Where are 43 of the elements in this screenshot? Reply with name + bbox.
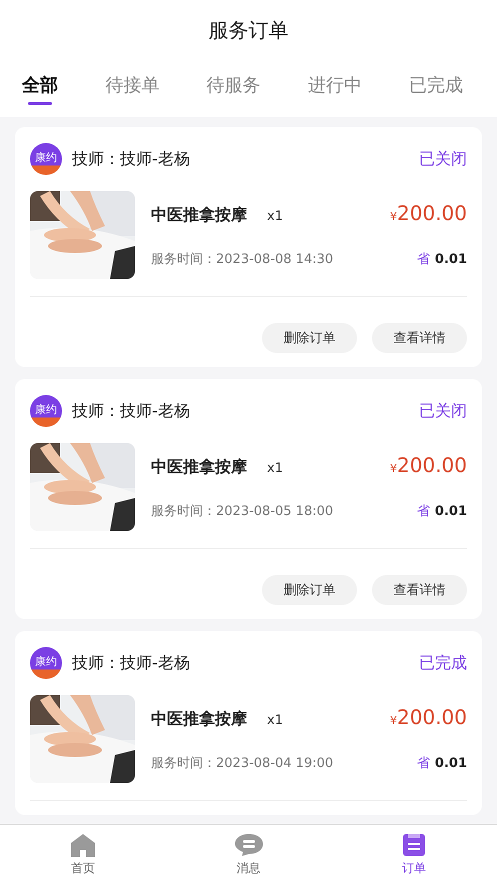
- shop-logo: 康约: [30, 395, 62, 427]
- service-name: 中医推拿按摩: [151, 709, 247, 730]
- nav-label[interactable]: 首页: [70, 860, 95, 877]
- service-time: 服务时间：2023-08-08 14:30: [151, 251, 334, 268]
- order-status: 已完成: [419, 652, 467, 674]
- order-tab[interactable]: 待服务: [206, 57, 260, 117]
- price: ¥200.00: [390, 705, 467, 729]
- shop-logo: 康约: [30, 647, 62, 679]
- order-tab[interactable]: 已完成: [409, 57, 463, 117]
- view-details-button[interactable]: 查看详情: [372, 575, 467, 605]
- shop-logo: 康约: [30, 143, 62, 175]
- savings-amount: 0.01: [434, 504, 467, 519]
- quantity: x1: [267, 461, 284, 476]
- technician-name: 技师：技师-老杨: [72, 400, 191, 422]
- order-tab[interactable]: 全部: [22, 57, 58, 117]
- message-icon: [234, 833, 264, 857]
- home-icon: [70, 833, 96, 857]
- page-title: 服务订单: [208, 17, 290, 44]
- savings-label: 省: [416, 755, 430, 772]
- technician-name: 技师：技师-老杨: [72, 148, 191, 170]
- delete-order-button[interactable]: 删除订单: [262, 575, 357, 605]
- service-name: 中医推拿按摩: [151, 457, 247, 478]
- delete-order-button[interactable]: 删除订单: [262, 323, 357, 353]
- savings-label: 省: [416, 251, 430, 268]
- technician-name: 技师：技师-老杨: [72, 652, 191, 674]
- quantity: x1: [267, 713, 284, 728]
- order-status: 已关闭: [419, 148, 467, 170]
- order-tab[interactable]: 进行中: [308, 57, 362, 117]
- service-time: 服务时间：2023-08-05 18:00: [151, 503, 334, 520]
- order-icon: [402, 833, 426, 857]
- view-details-button[interactable]: 查看详情: [372, 323, 467, 353]
- price: ¥200.00: [390, 201, 467, 225]
- nav-label[interactable]: 消息: [236, 860, 260, 877]
- savings-amount: 0.01: [434, 252, 467, 267]
- quantity: x1: [267, 209, 284, 224]
- service-time: 服务时间：2023-08-04 19:00: [151, 755, 334, 772]
- order-tab[interactable]: 待接单: [105, 57, 160, 117]
- nav-label[interactable]: 订单: [402, 860, 426, 877]
- savings-amount: 0.01: [434, 756, 467, 771]
- savings-label: 省: [416, 503, 430, 520]
- service-name: 中医推拿按摩: [151, 205, 247, 226]
- order-status: 已关闭: [419, 400, 467, 422]
- price: ¥200.00: [390, 453, 467, 477]
